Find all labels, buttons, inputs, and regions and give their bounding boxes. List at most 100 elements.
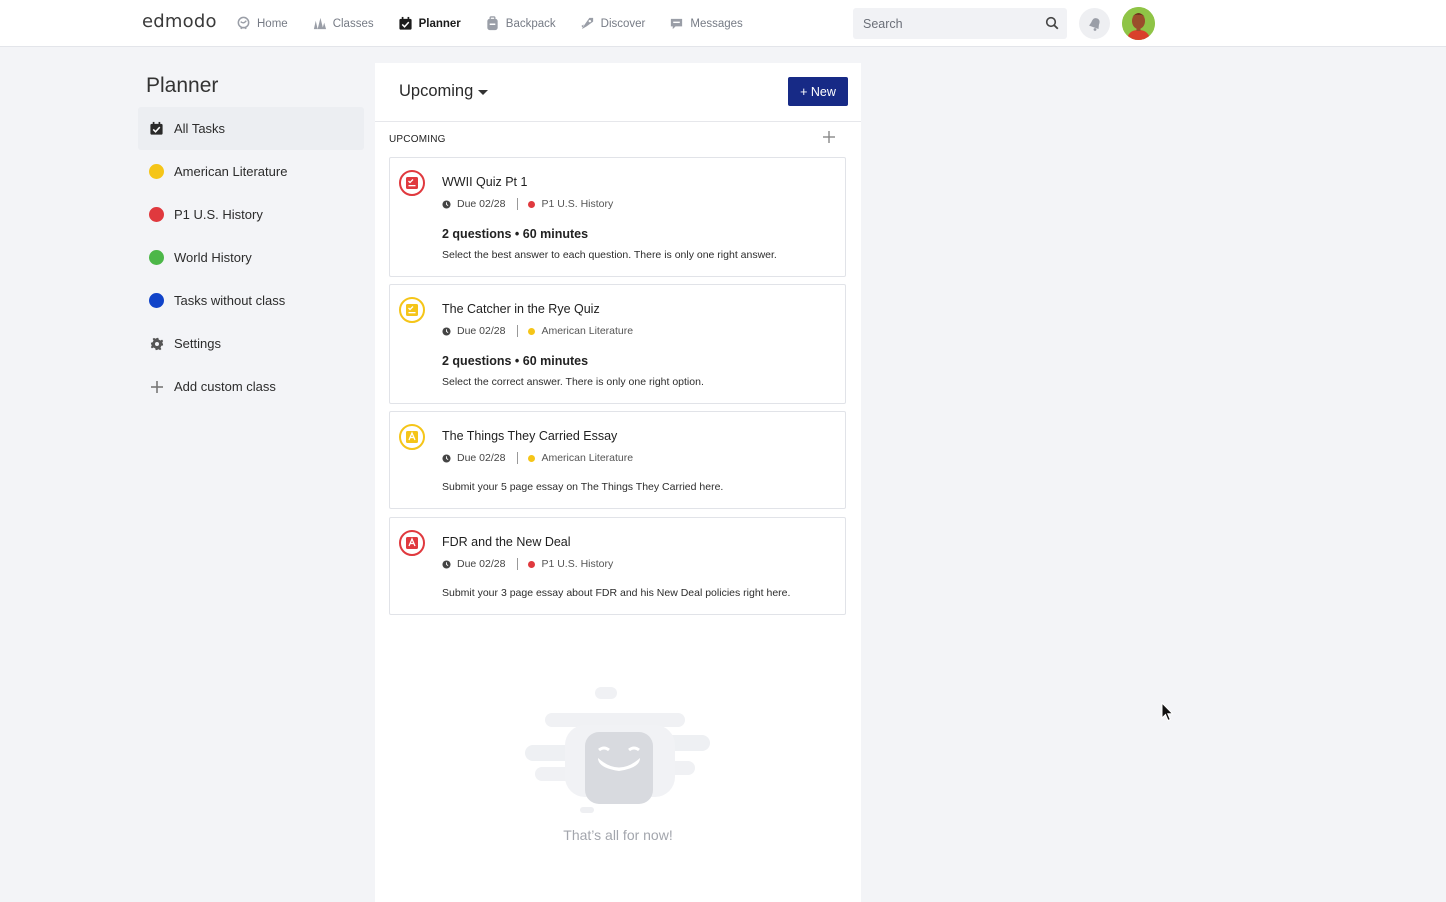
task-card[interactable]: The Catcher in the Rye Quiz Due 02/28 Am… (389, 284, 846, 404)
task-class: P1 U.S. History (541, 558, 614, 570)
main-nav: Home Classes Planner Backpack Discover M… (236, 0, 767, 47)
nav-discover-label: Discover (600, 17, 646, 30)
task-details: 2 questions • 60 minutes (442, 227, 589, 241)
filter-dropdown-label: Upcoming (399, 82, 474, 100)
sidebar-item-tasks-without-class[interactable]: Tasks without class (138, 279, 364, 322)
quiz-icon (399, 297, 425, 323)
empty-state-message: That’s all for now! (563, 827, 673, 843)
task-class: American Literature (541, 452, 634, 464)
backpack-icon (487, 16, 498, 31)
classes-icon (313, 17, 326, 30)
meta-divider (517, 558, 519, 570)
class-color-dot (528, 200, 536, 208)
sidebar-item-add-custom-class[interactable]: Add custom class (138, 365, 364, 408)
nav-discover[interactable]: Discover (580, 16, 646, 31)
task-details: 2 questions • 60 minutes (442, 354, 589, 368)
new-task-button[interactable]: + New (788, 77, 848, 106)
class-color-dot (149, 250, 164, 265)
search-box (853, 8, 1067, 39)
sidebar-item-all-tasks[interactable]: All Tasks (138, 107, 364, 150)
nav-home[interactable]: Home (236, 16, 288, 31)
sidebar-item-settings[interactable]: Settings (138, 322, 364, 365)
avatar-image (1122, 7, 1155, 40)
task-title: WWII Quiz Pt 1 (442, 175, 528, 189)
clock-icon (442, 326, 451, 336)
class-color-dot (149, 207, 164, 222)
sidebar-item-american-literature[interactable]: American Literature (138, 150, 364, 193)
class-color-dot (528, 454, 536, 462)
task-due: Due 02/28 (457, 325, 506, 337)
top-navbar: edmodo Home Classes Planner Backpack Dis… (0, 0, 1446, 47)
task-meta: Due 02/28 American Literature (442, 452, 633, 464)
task-meta: Due 02/28 P1 U.S. History (442, 558, 613, 570)
planner-icon (399, 16, 412, 30)
search-input[interactable] (863, 16, 1033, 31)
task-title: The Catcher in the Rye Quiz (442, 302, 600, 316)
clock-icon (442, 453, 451, 463)
user-avatar[interactable] (1122, 7, 1155, 40)
planner-sidebar: All Tasks American Literature P1 U.S. Hi… (138, 107, 364, 408)
meta-divider (517, 325, 519, 337)
sidebar-item-label: All Tasks (174, 121, 226, 136)
task-due: Due 02/28 (457, 558, 506, 570)
clock-icon (442, 559, 451, 569)
class-color-dot (149, 293, 164, 308)
class-color-dot (149, 164, 164, 179)
task-class: American Literature (541, 325, 634, 337)
sidebar-item-world-history[interactable]: World History (138, 236, 364, 279)
messages-icon (671, 18, 683, 30)
edmodo-logo[interactable]: edmodo (142, 11, 217, 32)
planner-panel: Upcoming + New UPCOMING WWII Quiz Pt 1 D… (375, 63, 861, 902)
sidebar-item-label: Settings (174, 336, 221, 351)
task-description: Select the correct answer. There is only… (442, 376, 704, 388)
nav-classes-label: Classes (332, 17, 374, 30)
task-description: Submit your 5 page essay on The Things T… (442, 481, 724, 493)
sidebar-item-label: Tasks without class (174, 293, 286, 308)
task-card[interactable]: WWII Quiz Pt 1 Due 02/28 P1 U.S. History… (389, 157, 846, 277)
task-meta: Due 02/28 P1 U.S. History (442, 198, 613, 210)
chevron-down-icon (478, 90, 489, 95)
class-color-dot (528, 327, 536, 335)
sidebar-item-label: World History (174, 250, 252, 265)
nav-messages[interactable]: Messages (669, 16, 743, 31)
task-title: FDR and the New Deal (442, 535, 571, 549)
meta-divider (517, 452, 519, 464)
task-class: P1 U.S. History (541, 198, 614, 210)
nav-messages-label: Messages (690, 17, 743, 30)
meta-divider (517, 198, 519, 210)
notification-bell-icon (1088, 17, 1100, 31)
section-header: UPCOMING (375, 122, 861, 156)
clock-icon (442, 199, 451, 209)
nav-planner[interactable]: Planner (398, 16, 461, 31)
assignment-icon (399, 424, 425, 450)
gear-icon (149, 336, 164, 351)
panel-header: Upcoming + New (375, 63, 861, 122)
task-due: Due 02/28 (457, 452, 506, 464)
nav-home-label: Home (257, 17, 288, 30)
nav-planner-label: Planner (418, 17, 461, 30)
task-due: Due 02/28 (457, 198, 506, 210)
nav-backpack[interactable]: Backpack (485, 16, 556, 31)
task-meta: Due 02/28 American Literature (442, 325, 633, 337)
discover-icon (581, 17, 593, 30)
section-label: UPCOMING (389, 134, 446, 145)
sidebar-item-p1-us-history[interactable]: P1 U.S. History (138, 193, 364, 236)
home-icon (237, 16, 250, 30)
calendar-check-icon (149, 121, 164, 136)
task-title: The Things They Carried Essay (442, 429, 618, 443)
plus-icon (149, 379, 164, 394)
filter-dropdown[interactable]: Upcoming (399, 82, 489, 101)
sidebar-item-label: P1 U.S. History (174, 207, 263, 222)
task-card[interactable]: The Things They Carried Essay Due 02/28 … (389, 411, 846, 509)
add-task-plus-icon[interactable] (823, 131, 835, 143)
empty-state-illustration (525, 687, 710, 813)
nav-classes[interactable]: Classes (312, 16, 374, 31)
notifications-button[interactable] (1079, 8, 1110, 39)
sidebar-item-label: Add custom class (174, 379, 276, 394)
search-icon[interactable] (1045, 16, 1059, 30)
class-color-dot (528, 560, 536, 568)
task-description: Select the best answer to each question.… (442, 249, 777, 261)
task-description: Submit your 3 page essay about FDR and h… (442, 587, 791, 599)
quiz-icon (399, 170, 425, 196)
task-card[interactable]: FDR and the New Deal Due 02/28 P1 U.S. H… (389, 517, 846, 615)
